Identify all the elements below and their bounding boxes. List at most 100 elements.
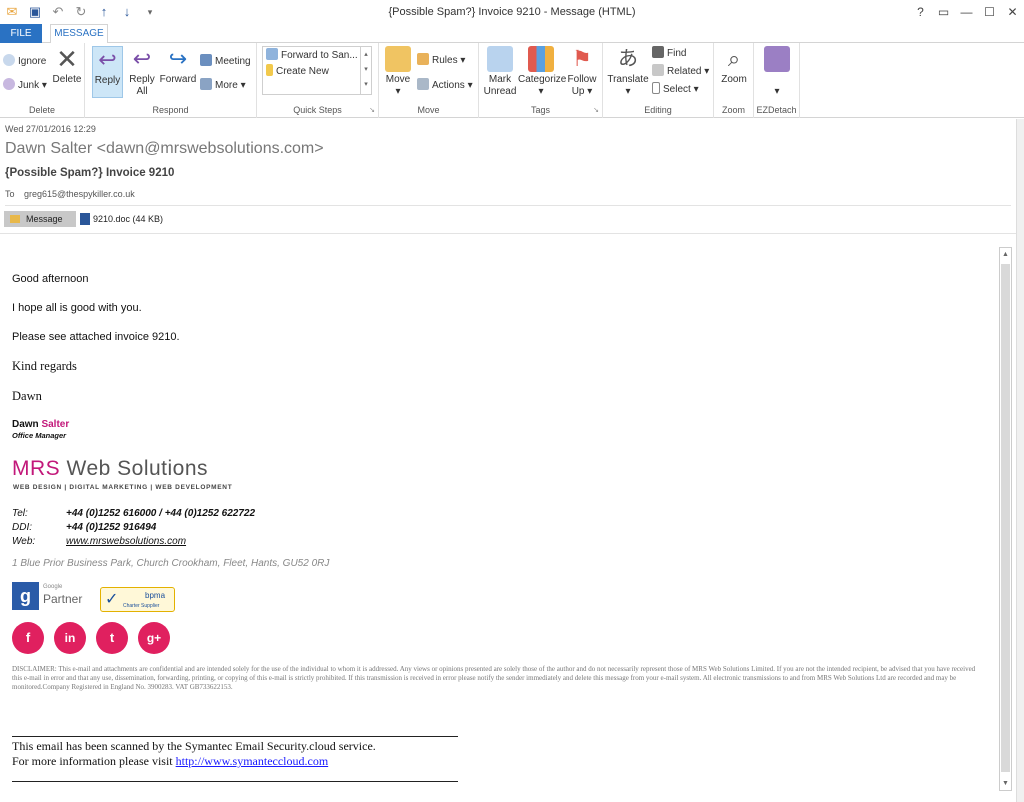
next-item-icon[interactable]: ↓ [119,4,135,20]
company-address: 1 Blue Prior Business Park, Church Crook… [12,558,330,569]
ddi-value: +44 (0)1252 916494 [66,522,157,533]
tags-group-label: Tags [530,105,550,115]
title-bar: ✉ ▣ ↶ ↻ ↑ ↓ ▾ {Possible Spam?} Invoice 9… [0,0,1024,24]
sender[interactable]: Dawn Salter <dawn@mrswebsolutions.com> [5,140,324,158]
maximize-button[interactable]: ☐ [978,0,1001,24]
outer-scrollbar[interactable] [1016,119,1024,802]
scroll-down-icon[interactable]: ▼ [1000,777,1011,790]
tab-message[interactable]: MESSAGE [50,24,108,44]
junk-button[interactable]: Junk ▾ [3,78,47,94]
delete-button[interactable]: ✕ Delete [52,46,82,86]
save-icon[interactable]: ▣ [27,4,43,20]
quick-step-create-new[interactable]: Create New [266,64,329,80]
company-logo: MRS Web Solutions [12,457,209,480]
mark-unread-button[interactable]: Mark Unread [483,46,517,98]
web-label: Web: [12,536,36,547]
translate-button[interactable]: あ Translate ▾ [607,46,649,98]
sent-date: Wed 27/01/2016 12:29 [5,124,96,134]
reading-pane-scrollbar[interactable]: ▲ ▼ [999,247,1012,791]
close-button[interactable]: ✕ [1001,0,1024,24]
quick-access-toolbar: ✉ ▣ ↶ ↻ ↑ ↓ ▾ [4,4,158,20]
to-recipient[interactable]: greg615@thespykiller.co.uk [24,189,135,199]
google-plus-icon[interactable]: g+ [138,622,170,654]
disclaimer: DISCLAIMER: This e-mail and attachments … [12,665,976,691]
web-link[interactable]: www.mrswebsolutions.com [66,536,186,547]
rules-icon [417,53,429,65]
previous-item-icon[interactable]: ↑ [96,4,112,20]
body-line-1: I hope all is good with you. [12,302,142,314]
quick-steps-dialog-launcher-icon[interactable]: ↘ [369,106,375,114]
actions-icon [417,78,429,90]
customize-qat-icon[interactable]: ▾ [142,4,158,20]
message-header: Wed 27/01/2016 12:29 Dawn Salter <dawn@m… [0,119,1016,239]
meeting-button[interactable]: Meeting [200,54,251,70]
redo-icon[interactable]: ↻ [73,4,89,20]
reply-all-icon: ↩ [132,46,152,71]
to-label: To [5,189,15,199]
outlook-envelope-icon: ✉ [6,4,18,19]
tab-file[interactable]: FILE [0,24,42,43]
symantec-bottom-rule [12,781,458,782]
mark-unread-icon [487,46,513,72]
forward-icon: ↪ [168,46,188,71]
company-tagline: WEB DESIGN | DIGITAL MARKETING | WEB DEV… [13,484,233,491]
message-tab[interactable]: Message [4,211,76,227]
quick-step-forward[interactable]: Forward to San... [266,48,358,64]
reply-icon: ↩ [98,47,117,72]
move-group-label: Move [417,105,440,115]
ribbon: Ignore Junk ▾ ✕ Delete Delete ↩ Reply ↩ … [0,43,1024,118]
minimize-button[interactable]: — [955,0,978,24]
linkedin-icon[interactable]: in [54,622,86,654]
google-g-icon: g [12,582,39,610]
greeting: Good afternoon [12,273,89,285]
scroll-up-icon[interactable]: ▲ [1000,248,1011,261]
signature-title: Office Manager [12,431,67,440]
reply-all-button[interactable]: ↩ Reply All [127,46,157,98]
scroll-thumb[interactable] [1001,264,1010,772]
quick-steps-gallery: Forward to San... Create New ▴ ▾ ▾ [262,46,372,95]
ezdetach-group: ▾ EZDetach [754,43,800,118]
paperclip-icon [764,46,790,72]
magnifier-icon: ⌕ [727,46,741,71]
tags-group: Mark Unread Categorize ▾ ⚑ Follow Up ▾ Ta… [479,43,603,118]
undo-icon[interactable]: ↶ [50,4,66,20]
rules-button[interactable]: Rules ▾ [417,53,465,69]
zoom-group-label: Zoom [721,105,745,115]
facebook-icon[interactable]: f [12,622,44,654]
symantec-top-rule [12,736,458,737]
zoom-group: ⌕ Zoom Zoom [714,43,754,118]
body-line-2: Please see attached invoice 9210. [12,331,180,343]
delete-group: Ignore Junk ▾ ✕ Delete Delete [0,43,85,118]
ezdetach-button[interactable]: ▾ [760,46,794,98]
respond-group: ↩ Reply ↩ Reply All ↪ Forward Meeting Mo… [85,43,257,118]
related-button[interactable]: Related ▾ [652,64,709,80]
tags-dialog-launcher-icon[interactable]: ↘ [593,106,599,114]
header-divider [5,205,1011,206]
quick-steps-group: Forward to San... Create New ▴ ▾ ▾ Quick S… [257,43,379,118]
categorize-button[interactable]: Categorize ▾ [518,46,566,98]
more-respond-button[interactable]: More ▾ [200,78,246,94]
respond-group-label: Respond [152,105,189,115]
forward-button[interactable]: ↪ Forward [159,46,197,86]
twitter-icon[interactable]: t [96,622,128,654]
move-button[interactable]: Move ▾ [384,46,412,98]
select-button[interactable]: Select ▾ [652,82,699,98]
ignore-button[interactable]: Ignore [3,54,46,70]
find-button[interactable]: Find [652,46,686,62]
tel-label: Tel: [12,508,28,519]
follow-up-button[interactable]: ⚑ Follow Up ▾ [566,46,598,98]
cursor-icon [652,82,660,94]
ribbon-display-options-icon[interactable]: ▭ [932,0,955,24]
actions-button[interactable]: Actions ▾ [417,78,473,94]
subject: {Possible Spam?} Invoice 9210 [5,167,175,179]
editing-group-label: Editing [644,105,672,115]
zoom-button[interactable]: ⌕ Zoom [718,46,750,86]
quick-steps-scroll[interactable]: ▴ ▾ ▾ [360,47,371,94]
forward-quick-icon [266,48,278,60]
help-button[interactable]: ? [909,0,932,24]
reply-button[interactable]: ↩ Reply [92,46,123,98]
meeting-icon [200,54,212,66]
signature-name: Dawn Salter [12,419,70,430]
attachment-file[interactable]: 9210.doc (44 KB) [80,211,163,227]
symantec-link[interactable]: http://www.symanteccloud.com [176,754,329,768]
